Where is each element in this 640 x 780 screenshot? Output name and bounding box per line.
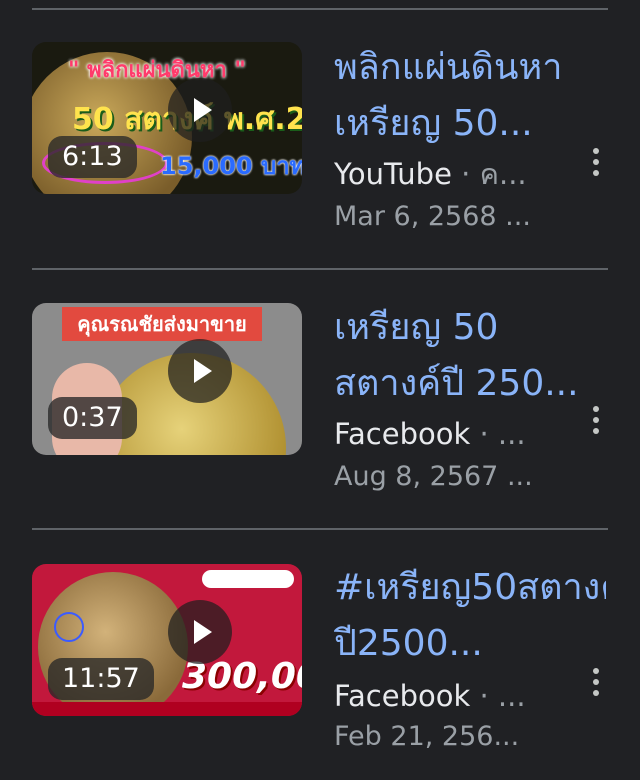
video-thumbnail[interactable]: คุณรณชัยส่งมาขาย 0:37 (32, 303, 302, 455)
duration-badge: 6:13 (48, 136, 137, 178)
video-result[interactable]: คุณรณชัยส่งมาขาย 0:37 เหรียญ 50 สตางค์ปี… (0, 270, 640, 530)
play-icon[interactable] (168, 78, 232, 142)
duration-badge: 11:57 (48, 658, 154, 700)
source-extra: · ... (479, 417, 526, 451)
more-vert-icon[interactable] (584, 400, 608, 440)
thumbnail-caption: คุณรณชัยส่งมาขาย (62, 307, 262, 341)
video-date: Aug 8, 2567 ... (334, 461, 533, 492)
more-vert-icon[interactable] (584, 662, 608, 702)
video-title[interactable]: พลิกแผ่นดินหาเหรียญ 50... (334, 40, 606, 152)
play-icon[interactable] (168, 339, 232, 403)
video-date: Feb 21, 256... (334, 721, 520, 752)
source-name: Facebook (334, 417, 471, 451)
source-extra: · ค... (461, 157, 527, 191)
video-title[interactable]: เหรียญ 50 สตางค์ปี 250... (334, 300, 606, 412)
thumbnail-badge (202, 570, 294, 588)
more-vert-icon[interactable] (584, 142, 608, 182)
video-date: Mar 6, 2568 ... (334, 201, 531, 232)
video-source: Facebook · ... (334, 676, 534, 716)
play-icon[interactable] (168, 600, 232, 664)
video-source: Facebook · ... (334, 414, 534, 454)
source-name: Facebook (334, 679, 471, 713)
thumbnail-strip (32, 702, 302, 716)
thumbnail-caption: " พลิกแผ่นดินหา " (68, 58, 246, 83)
source-name: YouTube (334, 157, 452, 191)
source-extra: · ... (479, 679, 526, 713)
video-thumbnail[interactable]: 300,000 11:57 (32, 564, 302, 716)
video-result[interactable]: 300,000 11:57 #เหรียญ50สตางค์ปี2500... F… (0, 530, 640, 780)
video-title[interactable]: #เหรียญ50สตางค์ปี2500... (334, 560, 606, 672)
video-source: YouTube · ค... (334, 154, 534, 194)
video-thumbnail[interactable]: " พลิกแผ่นดินหา " 50 สตางค์ พ.ศ.2500 15,… (32, 42, 302, 194)
video-results-list: " พลิกแผ่นดินหา " 50 สตางค์ พ.ศ.2500 15,… (0, 0, 640, 780)
highlight-ring (54, 612, 84, 642)
video-result[interactable]: " พลิกแผ่นดินหา " 50 สตางค์ พ.ศ.2500 15,… (0, 10, 640, 270)
duration-badge: 0:37 (48, 397, 137, 439)
thumbnail-price: 15,000 บาท (160, 152, 302, 180)
